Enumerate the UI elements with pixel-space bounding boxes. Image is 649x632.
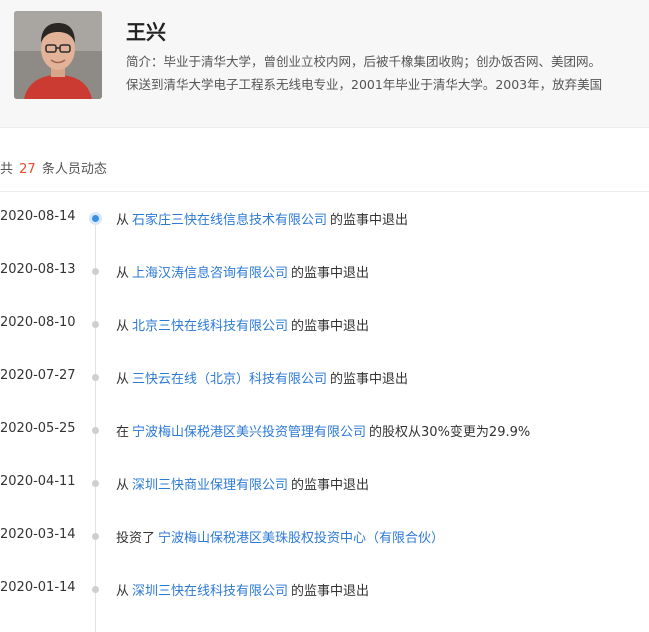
- timeline-dot: [92, 268, 99, 275]
- event-action: 在: [116, 425, 130, 440]
- company-link[interactable]: 石家庄三快在线信息技术有限公司: [129, 213, 330, 228]
- event-action: 从: [116, 478, 130, 493]
- timeline-dot: [92, 480, 99, 487]
- bio-line: 保送到清华大学电子工程系无线电专业，2001年毕业于清华大学。2003年，放弃美…: [126, 77, 603, 92]
- event-date: 2020-08-13: [0, 262, 76, 277]
- avatar[interactable]: [14, 11, 102, 99]
- activity-count: 27: [19, 162, 36, 177]
- timeline-item: 2020-05-25 在宁波梅山保税港区美兴投资管理有限公司 的股权从30%变更为…: [0, 419, 649, 443]
- event-date: 2020-01-14: [0, 580, 76, 595]
- timeline-item: 2020-07-27 从三快云在线（北京）科技有限公司 的监事中退出: [0, 366, 649, 390]
- timeline-item: 2020-03-14 投资了 宁波梅山保税港区美珠股权投资中心（有限合伙）: [0, 525, 649, 549]
- event-description: 从深圳三快商业保理有限公司 的监事中退出: [116, 474, 369, 493]
- company-link[interactable]: 深圳三快在线科技有限公司: [129, 584, 291, 599]
- timeline-dot: [92, 427, 99, 434]
- event-date: 2020-04-11: [0, 474, 76, 489]
- timeline-dot: [92, 533, 99, 540]
- event-description: 从上海汉涛信息咨询有限公司 的监事中退出: [116, 262, 369, 281]
- event-result: 的监事中退出: [291, 478, 370, 493]
- timeline-dot: [92, 321, 99, 328]
- event-result: 的股权从30%变更为29.9%: [369, 425, 531, 440]
- activity-summary: 共 27 条人员动态: [0, 128, 649, 192]
- event-date: 2020-08-14: [0, 209, 76, 224]
- timeline-item: 2020-08-14 从石家庄三快在线信息技术有限公司 的监事中退出: [0, 207, 649, 231]
- event-description: 从石家庄三快在线信息技术有限公司 的监事中退出: [116, 209, 408, 228]
- event-action: 从: [116, 372, 130, 387]
- event-result: 的监事中退出: [291, 584, 370, 599]
- timeline-dot-active: [92, 215, 99, 222]
- event-result: 的监事中退出: [291, 319, 370, 334]
- company-link[interactable]: 宁波梅山保税港区美珠股权投资中心（有限合伙）: [155, 531, 447, 546]
- bio-line: 简介：毕业于清华大学，曾创业立校内网，后被千橡集团收购；创办饭否网、美团网。: [126, 54, 602, 69]
- person-name: 王兴: [126, 20, 166, 44]
- company-link[interactable]: 北京三快在线科技有限公司: [129, 319, 291, 334]
- timeline-dot: [92, 586, 99, 593]
- event-result: 的监事中退出: [291, 266, 370, 281]
- activity-timeline: 2020-08-14 从石家庄三快在线信息技术有限公司 的监事中退出 2020-0…: [0, 192, 649, 632]
- company-link[interactable]: 三快云在线（北京）科技有限公司: [129, 372, 330, 387]
- event-action: 从: [116, 213, 130, 228]
- timeline-item: 2020-08-13 从上海汉涛信息咨询有限公司 的监事中退出: [0, 260, 649, 284]
- summary-suffix: 条人员动态: [41, 162, 107, 177]
- timeline-dot: [92, 374, 99, 381]
- event-description: 从北京三快在线科技有限公司 的监事中退出: [116, 315, 369, 334]
- event-result: 的监事中退出: [330, 372, 409, 387]
- event-date: 2020-07-27: [0, 368, 76, 383]
- event-date: 2020-03-14: [0, 527, 76, 542]
- activity-count-text: 共 27 条人员动态: [0, 158, 107, 177]
- company-link[interactable]: 深圳三快商业保理有限公司: [129, 478, 291, 493]
- event-description: 在宁波梅山保税港区美兴投资管理有限公司 的股权从30%变更为29.9%: [116, 421, 530, 440]
- event-action: 投资了: [116, 531, 156, 546]
- avatar-photo: [14, 11, 102, 99]
- company-link[interactable]: 上海汉涛信息咨询有限公司: [129, 266, 291, 281]
- bio: 简介：毕业于清华大学，曾创业立校内网，后被千橡集团收购；创办饭否网、美团网。 保…: [126, 50, 649, 96]
- event-action: 从: [116, 266, 130, 281]
- event-date: 2020-05-25: [0, 421, 76, 436]
- event-action: 从: [116, 584, 130, 599]
- timeline-item: 2020-01-14 从深圳三快在线科技有限公司 的监事中退出: [0, 578, 649, 602]
- event-action: 从: [116, 319, 130, 334]
- timeline-item: 2020-08-10 从北京三快在线科技有限公司 的监事中退出: [0, 313, 649, 337]
- event-result: 的监事中退出: [330, 213, 409, 228]
- event-date: 2020-08-10: [0, 315, 76, 330]
- event-description: 从深圳三快在线科技有限公司 的监事中退出: [116, 580, 369, 599]
- event-description: 投资了 宁波梅山保税港区美珠股权投资中心（有限合伙）: [116, 527, 447, 546]
- summary-prefix: 共: [0, 162, 14, 177]
- profile-header: 王兴 简介：毕业于清华大学，曾创业立校内网，后被千橡集团收购；创办饭否网、美团网…: [0, 0, 649, 128]
- company-link[interactable]: 宁波梅山保税港区美兴投资管理有限公司: [129, 425, 369, 440]
- timeline-item: 2020-04-11 从深圳三快商业保理有限公司 的监事中退出: [0, 472, 649, 496]
- event-description: 从三快云在线（北京）科技有限公司 的监事中退出: [116, 368, 408, 387]
